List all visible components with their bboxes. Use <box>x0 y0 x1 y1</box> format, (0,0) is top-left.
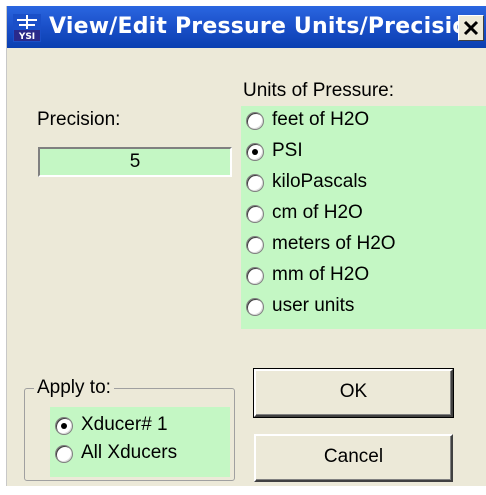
title-bar[interactable]: YSI View/Edit Pressure Units/Precision <box>7 6 486 48</box>
unit-option-label: user units <box>272 295 355 316</box>
apply-option-label: All Xducers <box>81 442 178 463</box>
unit-option-label: PSI <box>272 140 303 161</box>
ok-button[interactable]: OK <box>253 368 454 418</box>
radio-button[interactable] <box>246 298 264 316</box>
radio-button[interactable] <box>246 267 264 285</box>
unit-option-label: kiloPascals <box>272 171 368 192</box>
radio-button[interactable] <box>55 445 73 463</box>
radio-button-selected[interactable] <box>55 417 73 435</box>
units-radio-group: feet of H2O PSI kiloPascals cm of H2O me… <box>241 106 486 329</box>
radio-button-selected[interactable] <box>246 143 264 161</box>
unit-option-label: cm of H2O <box>272 202 363 223</box>
close-icon <box>463 20 479 36</box>
unit-option-label: feet of H2O <box>272 109 370 130</box>
apply-to-label: Apply to: <box>34 378 114 398</box>
units-label: Units of Pressure: <box>243 80 394 101</box>
radio-button[interactable] <box>246 174 264 192</box>
radio-button[interactable] <box>246 112 264 130</box>
ysi-logo-icon: YSI <box>13 14 41 42</box>
window-title: View/Edit Pressure Units/Precision <box>49 14 484 39</box>
close-button[interactable] <box>458 15 484 41</box>
apply-option-label: Xducer# 1 <box>81 414 168 435</box>
svg-text:YSI: YSI <box>18 32 35 42</box>
apply-to-radio-group: Xducer# 1 All Xducers <box>50 407 230 477</box>
precision-input[interactable]: 5 <box>38 147 232 177</box>
radio-button[interactable] <box>246 236 264 254</box>
unit-option-label: mm of H2O <box>272 264 370 285</box>
dialog-window: YSI View/Edit Pressure Units/Precision P… <box>6 6 486 486</box>
precision-label: Precision: <box>37 109 121 130</box>
unit-option-label: meters of H2O <box>272 233 396 254</box>
cancel-button[interactable]: Cancel <box>254 434 453 482</box>
radio-button[interactable] <box>246 205 264 223</box>
